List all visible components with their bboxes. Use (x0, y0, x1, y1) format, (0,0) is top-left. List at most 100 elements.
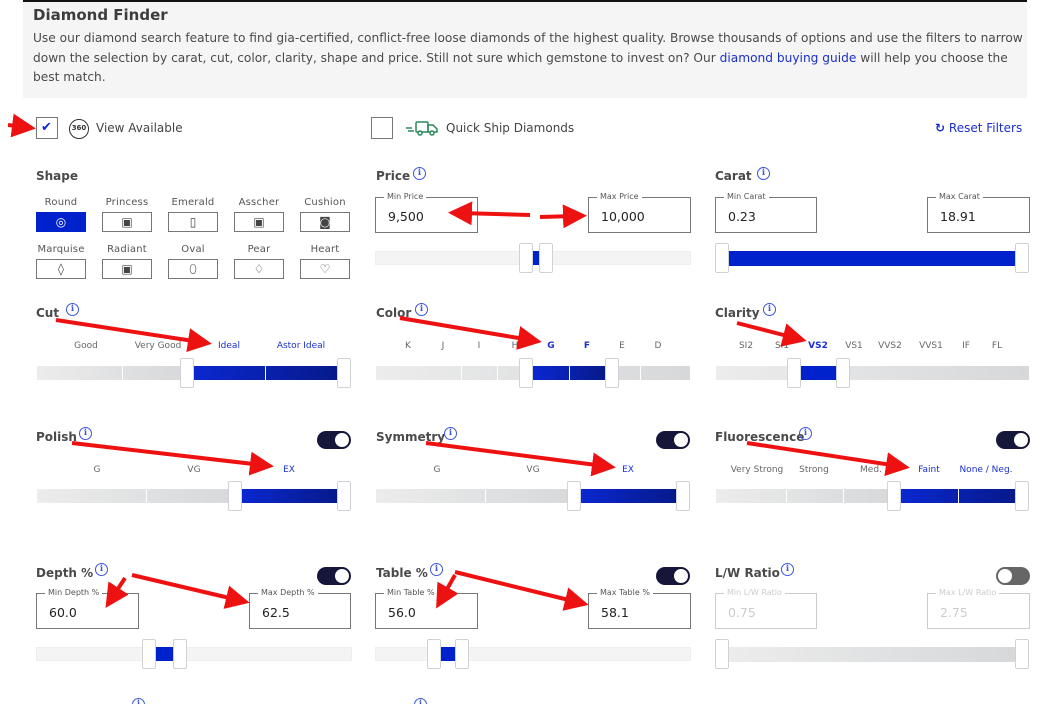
reset-filters-button[interactable]: ↻ Reset Filters (935, 121, 1022, 135)
symmetry-grade-vg[interactable]: VG (503, 465, 563, 475)
symmetry-grade-g[interactable]: G (407, 465, 467, 475)
symmetry-grade-ex[interactable]: EX (598, 465, 658, 475)
symmetry-min-handle[interactable] (567, 481, 581, 511)
color-max-handle[interactable] (605, 358, 619, 388)
table-max-handle[interactable] (455, 639, 469, 669)
symmetry-info-icon[interactable]: i (444, 427, 457, 440)
depth-slider-fill (156, 647, 173, 661)
cut-info-icon[interactable]: i (66, 303, 79, 316)
shape-button-emerald[interactable]: ▯ (168, 212, 218, 232)
fluorescence-info-icon[interactable]: i (799, 427, 812, 440)
clarity-grade-fl[interactable]: FL (967, 341, 1027, 351)
carat-max-handle[interactable] (1015, 243, 1029, 273)
fluorescence-grade-medium[interactable]: Med. (841, 465, 901, 475)
clarity-max-handle[interactable] (836, 358, 850, 388)
symmetry-toggle[interactable] (656, 431, 690, 449)
annotation-arrow (746, 441, 910, 477)
carat-info-icon[interactable]: i (757, 167, 770, 180)
cut-grade-very-good[interactable]: Very Good (128, 341, 188, 351)
fluorescence-min-handle[interactable] (887, 481, 901, 511)
next-row-info-icon[interactable]: i (132, 698, 145, 704)
next-row-info-icon-2[interactable]: i (414, 698, 427, 704)
min-lw-ratio-field[interactable]: Min L/W Ratio 0.75 (715, 588, 817, 629)
max-lw-ratio-field[interactable]: Max L/W Ratio 2.75 (927, 588, 1030, 629)
quick-ship-checkbox[interactable] (371, 117, 393, 139)
depth-toggle[interactable] (317, 567, 351, 585)
cut-grade-ideal[interactable]: Ideal (199, 341, 259, 351)
table-info-icon[interactable]: i (430, 563, 443, 576)
price-min-handle[interactable] (519, 243, 533, 273)
shape-button-pear[interactable]: ♢ (234, 259, 284, 279)
view-available-label[interactable]: View Available (96, 121, 183, 135)
buying-guide-link[interactable]: diamond buying guide (720, 51, 857, 65)
cut-grade-astor-ideal[interactable]: Astor Ideal (271, 341, 331, 351)
polish-info-icon[interactable]: i (79, 427, 92, 440)
depth-max-handle[interactable] (173, 639, 187, 669)
clarity-info-icon[interactable]: i (763, 303, 776, 316)
polish-max-handle[interactable] (337, 481, 351, 511)
shape-button-asscher[interactable]: ▣ (234, 212, 284, 232)
shape-button-princess[interactable]: ▣ (102, 212, 152, 232)
fluorescence-grade-none[interactable]: None / Neg. (956, 465, 1016, 475)
color-min-handle[interactable] (519, 358, 533, 388)
price-max-handle[interactable] (539, 243, 553, 273)
min-lw-ratio-value: 0.75 (728, 605, 756, 620)
polish-grade-g[interactable]: G (67, 465, 127, 475)
max-carat-field[interactable]: Max Carat 18.91 (927, 192, 1030, 233)
lw-ratio-slider-track[interactable] (728, 647, 1016, 662)
polish-toggle[interactable] (317, 431, 351, 449)
radiant-diamond-icon: ▣ (121, 262, 133, 276)
polish-grade-ex[interactable]: EX (259, 465, 319, 475)
shape-button-round[interactable]: ◎ (36, 212, 86, 232)
polish-slider-track[interactable] (37, 489, 237, 503)
fluorescence-slider-track[interactable] (716, 489, 891, 503)
lw-ratio-min-handle[interactable] (715, 639, 729, 669)
fluorescence-grade-strong[interactable]: Strong (784, 465, 844, 475)
fluorescence-grade-very-strong[interactable]: Very Strong (727, 465, 787, 475)
color-grade-d[interactable]: D (628, 341, 688, 351)
fluorescence-grade-faint[interactable]: Faint (899, 465, 959, 475)
carat-min-handle[interactable] (715, 243, 729, 273)
table-min-handle[interactable] (427, 639, 441, 669)
price-info-icon[interactable]: i (413, 167, 426, 180)
polish-grade-vg[interactable]: VG (164, 465, 224, 475)
shape-button-marquise[interactable]: ◊ (36, 259, 86, 279)
cut-min-handle[interactable] (180, 358, 194, 388)
lw-ratio-toggle[interactable] (996, 567, 1030, 585)
shape-button-heart[interactable]: ♡ (300, 259, 350, 279)
shape-button-radiant[interactable]: ▣ (102, 259, 152, 279)
lw-ratio-max-handle[interactable] (1015, 639, 1029, 669)
symmetry-title: Symmetry (376, 430, 446, 444)
symmetry-max-handle[interactable] (676, 481, 690, 511)
lw-ratio-info-icon[interactable]: i (781, 563, 794, 576)
max-price-field[interactable]: Max Price 10,000 (588, 192, 691, 233)
polish-title: Polish (36, 430, 77, 444)
clarity-slider-track[interactable] (716, 366, 1029, 380)
shape-button-cushion[interactable]: ◙ (300, 212, 350, 232)
cut-grade-good[interactable]: Good (56, 341, 116, 351)
carat-slider-fill[interactable] (728, 251, 1016, 266)
depth-slider-track[interactable] (36, 647, 352, 661)
cut-max-handle[interactable] (337, 358, 351, 388)
shape-button-oval[interactable]: ⬯ (168, 259, 218, 279)
table-toggle[interactable] (656, 567, 690, 585)
fluorescence-max-handle[interactable] (1015, 481, 1029, 511)
table-slider-track[interactable] (375, 647, 691, 661)
min-table-field[interactable]: Min Table % 56.0 (375, 588, 478, 629)
fluorescence-title: Fluorescence (715, 430, 805, 444)
min-depth-field[interactable]: Min Depth % 60.0 (36, 588, 139, 629)
min-carat-field[interactable]: Min Carat 0.23 (715, 192, 817, 233)
max-depth-field[interactable]: Max Depth % 62.5 (249, 588, 351, 629)
clarity-min-handle[interactable] (787, 358, 801, 388)
color-info-icon[interactable]: i (415, 303, 428, 316)
depth-info-icon[interactable]: i (95, 563, 108, 576)
min-price-field[interactable]: Min Price 9,500 (375, 192, 478, 233)
depth-min-handle[interactable] (142, 639, 156, 669)
fluorescence-toggle[interactable] (996, 431, 1030, 449)
cut-slider-track[interactable] (37, 366, 187, 380)
quick-ship-label[interactable]: Quick Ship Diamonds (446, 121, 574, 135)
polish-min-handle[interactable] (228, 481, 242, 511)
symmetry-slider-track[interactable] (376, 489, 576, 503)
view-available-checkbox[interactable]: ✔ (36, 117, 58, 139)
max-table-field[interactable]: Max Table % 58.1 (588, 588, 691, 629)
